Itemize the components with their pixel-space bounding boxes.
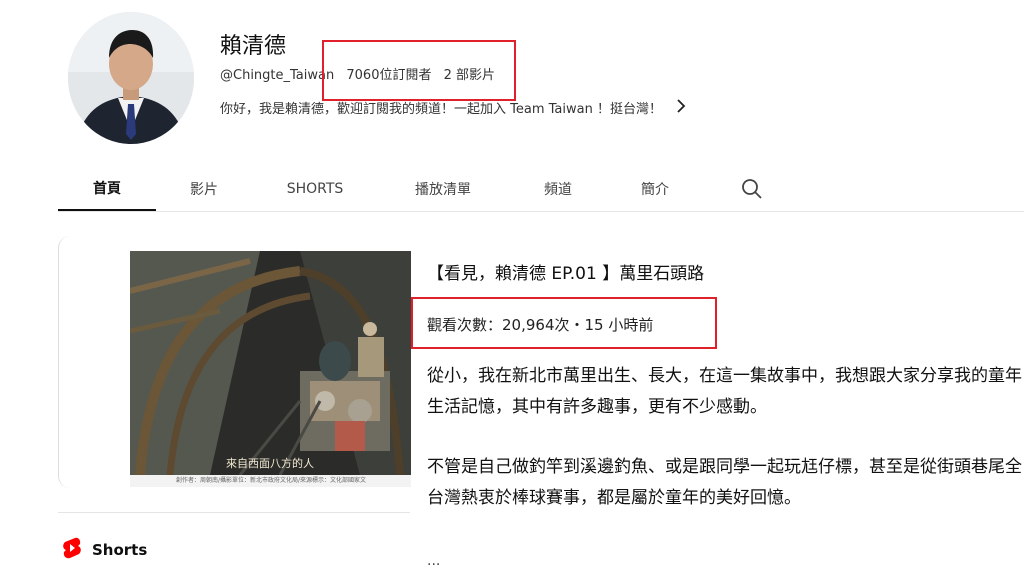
- featured-description-more[interactable]: ...: [427, 553, 440, 569]
- shorts-label: Shorts: [92, 541, 148, 559]
- tab-shorts[interactable]: SHORTS: [252, 166, 378, 212]
- chevron-right-icon[interactable]: [676, 97, 686, 118]
- featured-video-title[interactable]: 【看見，賴清德 EP.01 】萬里石頭路: [427, 259, 704, 284]
- featured-video-thumbnail[interactable]: 來自西面八方的人 創作者：周朝南/攝影單位：新北市政府文化局/來源標示：文化部國…: [130, 251, 411, 487]
- section-divider: [58, 512, 410, 513]
- tab-home[interactable]: 首頁: [58, 166, 156, 212]
- tab-channels[interactable]: 頻道: [508, 166, 608, 212]
- thumbnail-credit: 創作者：周朝南/攝影單位：新北市政府文化局/來源標示：文化部國家文: [130, 475, 411, 487]
- featured-description-p1: 從小，我在新北市萬里出生、長大，在這一集故事中，我想跟大家分享我的童年生活記憶，…: [427, 366, 1022, 417]
- channel-avatar[interactable]: [68, 12, 194, 144]
- featured-card-edge: [58, 236, 81, 488]
- tab-playlists[interactable]: 播放清單: [378, 166, 508, 212]
- thumbnail-overlay-text: 來自西面八方的人: [226, 457, 314, 470]
- channel-description-row[interactable]: 你好，我是賴清德，歡迎訂閱我的頻道！一起加入 Team Taiwan ！挺台灣！: [220, 97, 686, 118]
- featured-description-p2: 不管是自己做釣竿到溪邊釣魚、或是跟同學一起玩尪仔標，甚至是從街頭巷尾全台灣熱衷於…: [427, 457, 1022, 508]
- highlight-box-subscribers: [322, 40, 516, 101]
- highlight-box-views: [411, 297, 717, 349]
- channel-tabs: 首頁 影片 SHORTS 播放清單 頻道 簡介: [58, 166, 764, 212]
- shorts-icon: [62, 537, 82, 563]
- shorts-section-header[interactable]: Shorts: [62, 537, 147, 563]
- channel-description: 你好，我是賴清德，歡迎訂閱我的頻道！一起加入 Team Taiwan ！挺台灣！: [220, 102, 662, 117]
- tab-about[interactable]: 簡介: [608, 166, 702, 212]
- tab-videos[interactable]: 影片: [156, 166, 252, 212]
- channel-handle: @Chingte_Taiwan: [220, 68, 335, 83]
- channel-name: 賴清德: [220, 34, 287, 59]
- tabs-divider: [58, 211, 1024, 212]
- search-icon[interactable]: [740, 177, 764, 201]
